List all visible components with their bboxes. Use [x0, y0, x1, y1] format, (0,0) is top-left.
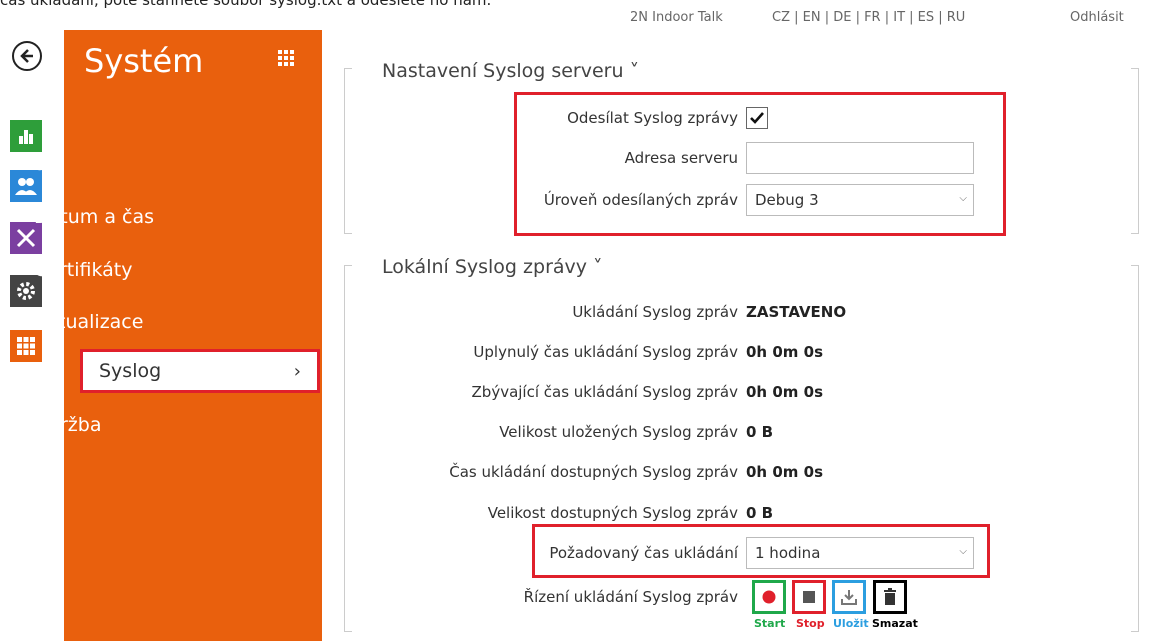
info-value: 0 B	[746, 504, 774, 522]
info-label: Velikost dostupných Syslog zpráv	[487, 504, 738, 522]
save-button[interactable]	[832, 580, 866, 614]
grid-icon[interactable]	[278, 50, 294, 70]
duration-row: Požadovaný čas ukládání 1 hodina ⌵	[340, 537, 1000, 569]
duration-select-value: 1 hodina	[755, 544, 821, 562]
section-bracket-right	[1131, 68, 1139, 234]
info-value: 0 B	[746, 423, 774, 441]
chevron-right-icon: ›	[293, 360, 301, 382]
info-row: Zbývající čas ukládání Syslog zpráv 0h 0…	[340, 377, 1000, 407]
send-syslog-row: Odesílat Syslog zprávy	[340, 103, 1000, 133]
level-select-value: Debug 3	[755, 191, 819, 209]
menu-item-syslog[interactable]: Syslog ›	[80, 349, 320, 393]
level-row: Úroveň odesílaných zpráv Debug 3 ⌵	[340, 184, 1000, 216]
info-label: Uplynulý čas ukládání Syslog zpráv	[473, 343, 738, 361]
level-label: Úroveň odesílaných zpráv	[543, 191, 738, 209]
back-arrow-icon[interactable]	[12, 41, 42, 71]
server-address-label: Adresa serveru	[624, 149, 738, 167]
server-address-row: Adresa serveru	[340, 142, 1000, 174]
server-address-input[interactable]	[746, 142, 974, 174]
stop-button[interactable]	[792, 580, 826, 614]
chevron-down-icon: ⌵	[959, 546, 967, 557]
section-bracket-right	[1131, 265, 1139, 632]
send-syslog-label: Odesílat Syslog zprávy	[567, 109, 738, 127]
menu-item-datum[interactable]: Datum a čas	[16, 195, 256, 239]
delete-button[interactable]	[873, 580, 907, 614]
stop-label: Stop	[796, 617, 825, 630]
info-value: ZASTAVENO	[746, 303, 847, 321]
menu-item-certifikaty[interactable]: Certifikáty	[16, 248, 256, 292]
save-label: Uložit	[833, 617, 869, 630]
device-name: 2N Indoor Talk	[630, 10, 723, 25]
logout-link[interactable]: Odhlásit	[1070, 10, 1124, 25]
control-label: Řízení ukládání Syslog zpráv	[523, 588, 738, 606]
info-label: Zbývající čas ukládání Syslog zpráv	[471, 383, 738, 401]
server-section-title[interactable]: Nastavení Syslog serveru ˅	[382, 60, 639, 82]
start-label: Start	[754, 617, 786, 630]
menu-item-sit[interactable]: Síť	[16, 142, 256, 186]
menu-item-syslog-label: Syslog	[99, 360, 162, 382]
start-button[interactable]	[752, 580, 786, 614]
menu-title: Systém	[84, 42, 204, 80]
delete-label: Smazat	[872, 617, 918, 630]
info-label: Ukládání Syslog zpráv	[572, 303, 738, 321]
info-row: Ukládání Syslog zpráv ZASTAVENO	[340, 297, 1000, 327]
language-selector[interactable]: CZ | EN | DE | FR | IT | ES | RU	[772, 10, 965, 25]
info-label: Čas ukládání dostupných Syslog zpráv	[449, 463, 738, 481]
duration-label: Požadovaný čas ukládání	[549, 544, 738, 562]
chevron-down-icon: ⌵	[959, 193, 967, 204]
info-row: Uplynulý čas ukládání Syslog zpráv 0h 0m…	[340, 337, 1000, 367]
info-label: Velikost uložených Syslog zpráv	[499, 423, 738, 441]
menu-item-udrzba[interactable]: Údržba	[16, 403, 256, 447]
local-section-title[interactable]: Lokální Syslog zprávy ˅	[382, 256, 603, 278]
info-row: Čas ukládání dostupných Syslog zpráv 0h …	[340, 457, 1000, 487]
level-select[interactable]: Debug 3 ⌵	[746, 184, 974, 216]
info-value: 0h 0m 0s	[746, 463, 823, 481]
info-value: 0h 0m 0s	[746, 343, 823, 361]
send-syslog-checkbox[interactable]	[746, 107, 768, 129]
info-row: Velikost uložených Syslog zpráv 0 B	[340, 417, 1000, 447]
menu-item-aktualizace[interactable]: Aktualizace	[16, 300, 256, 344]
instruction-text: čas ukládání, poté stáhněte soubor syslo…	[0, 0, 492, 9]
duration-select[interactable]: 1 hodina ⌵	[746, 537, 974, 569]
info-value: 0h 0m 0s	[746, 383, 823, 401]
